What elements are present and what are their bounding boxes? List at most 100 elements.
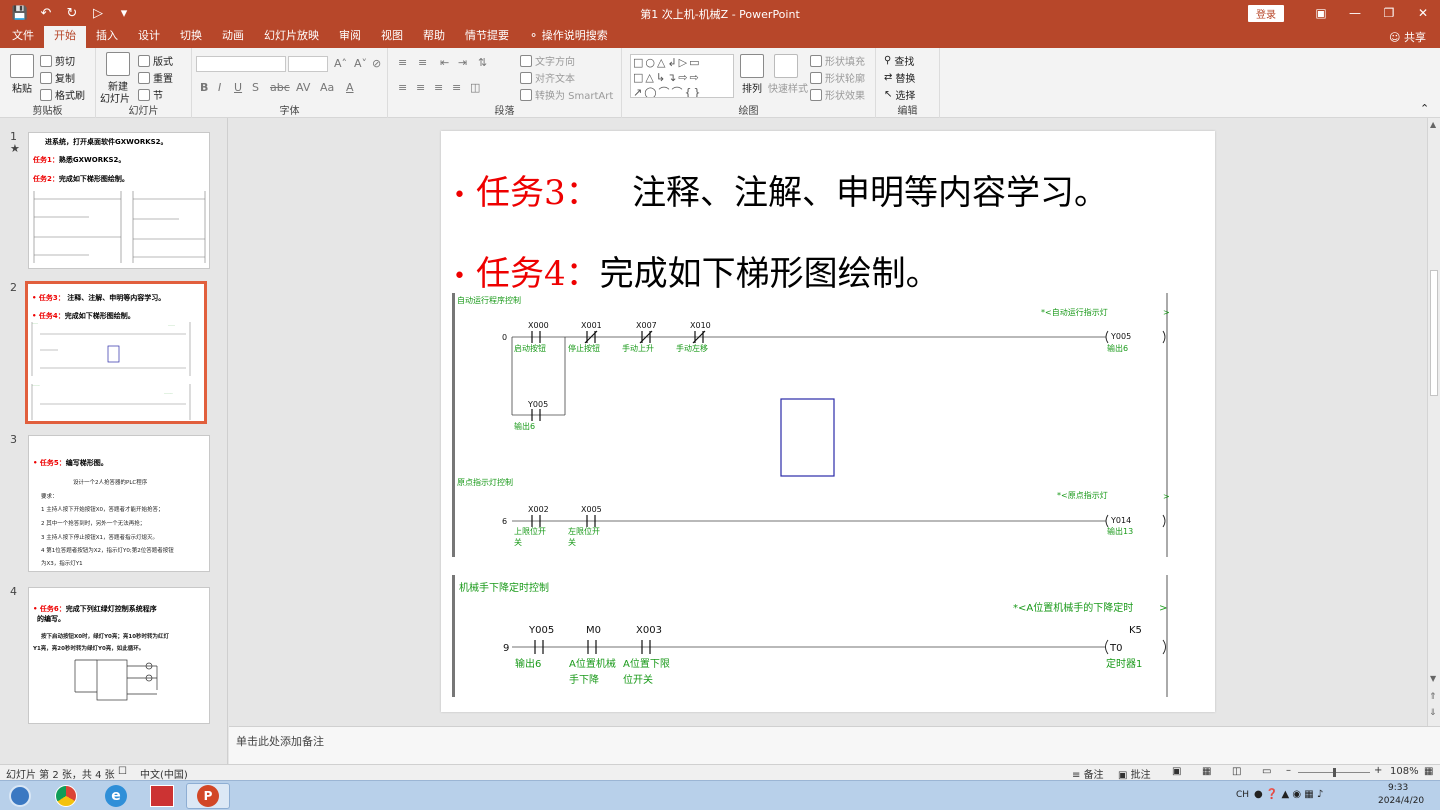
ime-indicator[interactable]: CH bbox=[1236, 790, 1249, 800]
collapse-ribbon-icon[interactable]: ⌃ bbox=[1420, 102, 1429, 115]
start-from-beginning-icon[interactable]: ▷ bbox=[88, 3, 108, 23]
ribbon-display-options-icon[interactable]: ▣ bbox=[1304, 0, 1338, 26]
slide-thumb-4[interactable]: • 任务6：完成下列红绿灯控制系统程序 的编写。 按下启动按钮X0时，绿灯Y0亮… bbox=[28, 587, 210, 724]
reading-view-icon[interactable]: ◫ bbox=[1232, 766, 1241, 777]
scroll-down-icon[interactable]: ▼ bbox=[1430, 674, 1436, 683]
justify-icon[interactable]: ≡ bbox=[452, 81, 461, 94]
align-right-icon[interactable]: ≡ bbox=[434, 81, 443, 94]
save-icon[interactable]: 💾 bbox=[10, 3, 30, 23]
tab-help[interactable]: 帮助 bbox=[413, 26, 455, 48]
shape-fill-button[interactable]: 形状填充 bbox=[810, 53, 865, 68]
undo-icon[interactable]: ↶ bbox=[36, 3, 56, 23]
copy-button[interactable]: 复制 bbox=[40, 70, 75, 85]
chrome-taskbar-icon[interactable] bbox=[44, 783, 88, 809]
smartart-button[interactable]: 转换为 SmartArt bbox=[520, 87, 613, 102]
language-indicator[interactable]: 中文(中国) bbox=[140, 766, 188, 781]
ladder-diagram-2[interactable]: 机械手下降定时控制 *<A位置机械手的下降定时 > 9 Y005 输出6 M0 A位… bbox=[441, 571, 1215, 712]
arrange-button[interactable]: 排列 bbox=[742, 80, 762, 95]
text-direction-button[interactable]: 文字方向 bbox=[520, 53, 575, 68]
fit-to-window-icon[interactable]: ▦ bbox=[1424, 766, 1433, 777]
zoom-in-button[interactable]: + bbox=[1374, 765, 1382, 776]
gxworks-taskbar-icon[interactable] bbox=[140, 783, 184, 809]
new-slide-icon[interactable] bbox=[106, 52, 130, 76]
current-slide[interactable]: • 任务3： 注释、注解、申明等内容学习。 • 任务4：完成如下梯形图绘制。 自… bbox=[441, 131, 1215, 712]
tab-slideshow[interactable]: 幻灯片放映 bbox=[254, 26, 329, 48]
ladder-diagram-1[interactable]: 自动运行程序控制 *<自动运行指示灯 > 0 X000 启动按钮 X001 停止按钮… bbox=[441, 291, 1215, 561]
tray-icons[interactable]: ● ❓ ▲ ◉ ▦ ♪ bbox=[1254, 789, 1323, 800]
previous-slide-icon[interactable]: ⇑ bbox=[1429, 692, 1437, 702]
paste-button[interactable]: 粘贴 bbox=[12, 80, 32, 95]
ie-taskbar-icon[interactable]: e bbox=[94, 783, 138, 809]
comments-toggle[interactable]: ▣ 批注 bbox=[1118, 766, 1151, 781]
scrollbar-thumb[interactable] bbox=[1430, 270, 1438, 396]
start-button[interactable] bbox=[0, 783, 40, 809]
arrange-icon[interactable] bbox=[740, 54, 764, 78]
strikethrough-icon[interactable]: abc bbox=[270, 81, 290, 94]
slide-thumb-3[interactable]: • 任务5：编写梯形图。 设计一个2人抢答器的PLC程序 要求： 1 主持人按下… bbox=[28, 435, 210, 572]
slideshow-view-icon[interactable]: ▭ bbox=[1262, 766, 1271, 777]
select-button[interactable]: ↖ 选择 bbox=[884, 87, 915, 102]
share-button[interactable]: ☺ 共享 bbox=[1389, 29, 1426, 45]
bold-icon[interactable]: B bbox=[200, 81, 208, 94]
slide-thumb-2[interactable]: • 任务3： 注释、注解、申明等内容学习。 • 任务4：完成如下梯形图绘制。 .… bbox=[25, 281, 207, 424]
slide-thumb-1[interactable]: 进系统，打开桌面软件GXWORKS2。 任务1：熟悉GXWORKS2。 任务2：… bbox=[28, 132, 210, 269]
minimize-icon[interactable]: — bbox=[1338, 0, 1372, 26]
grow-font-icon[interactable]: A˄ bbox=[334, 57, 347, 70]
align-center-icon[interactable]: ≡ bbox=[416, 81, 425, 94]
char-spacing-icon[interactable]: AV bbox=[296, 81, 310, 94]
zoom-level[interactable]: 108% bbox=[1390, 766, 1419, 777]
restore-icon[interactable]: ❐ bbox=[1372, 0, 1406, 26]
font-color-icon[interactable]: A bbox=[346, 81, 354, 94]
columns-icon[interactable]: ◫ bbox=[470, 81, 480, 94]
notes-toggle[interactable]: ≡ 备注 bbox=[1072, 766, 1104, 781]
quick-styles-icon[interactable] bbox=[774, 54, 798, 78]
tab-insert[interactable]: 插入 bbox=[86, 26, 128, 48]
bullet-task3[interactable]: • 任务3： 注释、注解、申明等内容学习。 bbox=[453, 165, 1108, 214]
clear-format-icon[interactable]: ⊘ bbox=[372, 57, 381, 70]
tab-transitions[interactable]: 切换 bbox=[170, 26, 212, 48]
find-button[interactable]: ⚲ 查找 bbox=[884, 53, 914, 68]
layout-button[interactable]: 版式 bbox=[138, 53, 173, 68]
close-icon[interactable]: ✕ bbox=[1406, 0, 1440, 26]
bullet-task4[interactable]: • 任务4：完成如下梯形图绘制。 bbox=[453, 246, 940, 295]
format-painter-button[interactable]: 格式刷 bbox=[40, 87, 85, 102]
decrease-indent-icon[interactable]: ⇤ bbox=[440, 56, 449, 69]
tab-animations[interactable]: 动画 bbox=[212, 26, 254, 48]
quick-styles-button[interactable]: 快速样式 bbox=[768, 80, 808, 95]
normal-view-icon[interactable]: ▣ bbox=[1172, 766, 1181, 777]
powerpoint-taskbar-icon[interactable]: P bbox=[186, 783, 230, 809]
tab-view[interactable]: 视图 bbox=[371, 26, 413, 48]
italic-icon[interactable]: I bbox=[218, 81, 221, 94]
line-spacing-icon[interactable]: ⇅ bbox=[478, 56, 487, 69]
reset-button[interactable]: 重置 bbox=[138, 70, 173, 85]
login-button[interactable]: 登录 bbox=[1248, 4, 1284, 22]
next-slide-icon[interactable]: ⇓ bbox=[1429, 708, 1437, 718]
tab-design[interactable]: 设计 bbox=[128, 26, 170, 48]
tell-me-search[interactable]: ⚬ 操作说明搜索 bbox=[519, 26, 618, 48]
tab-review[interactable]: 审阅 bbox=[329, 26, 371, 48]
scroll-up-icon[interactable]: ▲ bbox=[1430, 120, 1436, 129]
spellcheck-icon[interactable]: ☐ bbox=[118, 766, 127, 777]
shrink-font-icon[interactable]: A˅ bbox=[354, 57, 367, 70]
font-size-combo[interactable] bbox=[288, 56, 328, 72]
customize-qat-icon[interactable]: ▾ bbox=[114, 3, 134, 23]
zoom-out-button[interactable]: – bbox=[1286, 765, 1291, 776]
shape-effects-button[interactable]: 形状效果 bbox=[810, 87, 865, 102]
align-left-icon[interactable]: ≡ bbox=[398, 81, 407, 94]
font-name-combo[interactable] bbox=[196, 56, 286, 72]
bullets-icon[interactable]: ≡ bbox=[398, 56, 407, 69]
increase-indent-icon[interactable]: ⇥ bbox=[458, 56, 467, 69]
redo-icon[interactable]: ↻ bbox=[62, 3, 82, 23]
paste-icon[interactable] bbox=[10, 54, 34, 78]
tab-home[interactable]: 开始 bbox=[44, 26, 86, 48]
shape-outline-button[interactable]: 形状轮廓 bbox=[810, 70, 865, 85]
replace-button[interactable]: ⇄ 替换 bbox=[884, 70, 915, 85]
slide-sorter-icon[interactable]: ▦ bbox=[1202, 766, 1211, 777]
numbering-icon[interactable]: ≡ bbox=[418, 56, 427, 69]
zoom-slider-thumb[interactable] bbox=[1333, 768, 1336, 777]
vertical-scrollbar[interactable]: ▲ ▼ ⇑ ⇓ bbox=[1427, 118, 1440, 726]
align-text-button[interactable]: 对齐文本 bbox=[520, 70, 575, 85]
tab-storyboard[interactable]: 情节提要 bbox=[455, 26, 519, 48]
shapes-gallery[interactable]: □○△↲▷▭ □△↳↴⇨⇨ ↗◯⌒⌒{} bbox=[630, 54, 734, 98]
tab-file[interactable]: 文件 bbox=[0, 26, 44, 48]
